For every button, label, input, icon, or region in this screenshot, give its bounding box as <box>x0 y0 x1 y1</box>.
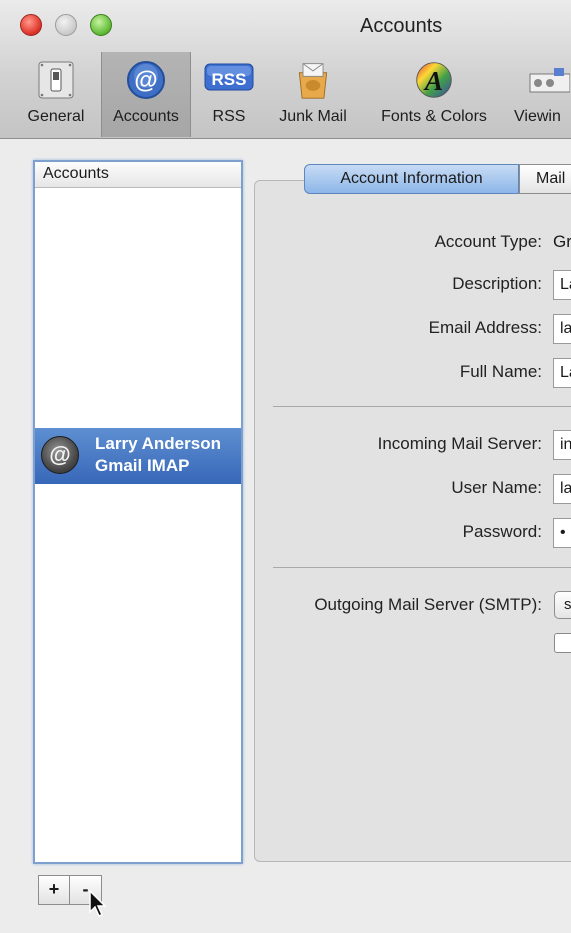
accounts-list[interactable]: Accounts @ Larry Anderson Gmail IMAP <box>33 160 243 864</box>
use-only-this-server-checkbox[interactable] <box>554 633 571 653</box>
toolbar-general[interactable]: General <box>20 56 92 136</box>
incoming-server-field[interactable]: in <box>553 430 571 460</box>
toolbar-viewing[interactable]: Viewin <box>512 56 571 136</box>
tab-mailbox-behaviors[interactable]: Mail <box>519 164 571 194</box>
full-name-field[interactable]: La <box>553 358 571 388</box>
toolbar-general-label: General <box>27 108 85 125</box>
close-button[interactable] <box>20 14 42 36</box>
section-divider-2 <box>273 567 571 568</box>
toolbar-junk-mail[interactable]: Junk Mail <box>268 56 358 136</box>
toolbar-rss-label: RSS <box>212 108 246 125</box>
account-type-label: Account Type: <box>434 232 542 251</box>
full-name-label: Full Name: <box>459 362 542 381</box>
incoming-server-label: Incoming Mail Server: <box>377 434 542 453</box>
user-name-field[interactable]: la <box>553 474 571 504</box>
password-field[interactable]: • <box>553 518 571 548</box>
account-name: Larry Anderson <box>95 434 221 453</box>
outgoing-server-popup[interactable]: s <box>554 591 571 619</box>
toolbar-accounts[interactable]: @ Accounts <box>101 52 191 137</box>
account-type-value: Gr <box>553 232 571 251</box>
add-account-button[interactable]: + <box>38 875 70 905</box>
tab-account-information[interactable]: Account Information <box>304 164 519 194</box>
email-address-field[interactable]: la <box>553 314 571 344</box>
window-title: Accounts <box>360 15 443 37</box>
account-avatar-icon: @ <box>41 436 79 474</box>
fonts-colors-icon: A <box>416 62 452 98</box>
toolbar-accounts-label: Accounts <box>113 108 179 125</box>
svg-text:A: A <box>423 66 443 96</box>
title-bar: Accounts General @ Accounts RSS RSS Junk… <box>0 0 571 139</box>
section-divider <box>273 406 571 407</box>
password-label: Password: <box>462 522 542 541</box>
toolbar-fonts-colors[interactable]: A Fonts & Colors <box>364 56 504 136</box>
toolbar-junk-mail-label: Junk Mail <box>279 108 347 125</box>
user-name-label: User Name: <box>451 478 542 497</box>
junk-mail-icon <box>298 63 328 99</box>
description-label: Description: <box>452 274 542 293</box>
rss-icon: RSS <box>204 63 254 91</box>
mouse-pointer-icon <box>89 890 107 918</box>
zoom-button[interactable] <box>90 14 112 36</box>
at-sign-icon: @ <box>127 61 165 99</box>
toolbar-fonts-colors-label: Fonts & Colors <box>381 108 487 125</box>
outgoing-server-label: Outgoing Mail Server (SMTP): <box>314 595 542 614</box>
svg-text:@: @ <box>134 67 157 94</box>
account-item-larry-anderson[interactable]: @ Larry Anderson Gmail IMAP <box>35 428 241 484</box>
description-field[interactable]: La <box>553 270 571 300</box>
account-type: Gmail IMAP <box>95 456 190 475</box>
toolbar-rss[interactable]: RSS RSS <box>198 56 260 136</box>
viewing-icon <box>529 68 570 93</box>
general-switch-icon <box>38 61 74 99</box>
toolbar-viewing-label: Viewin <box>514 108 561 125</box>
email-address-label: Email Address: <box>428 318 542 337</box>
accounts-list-header: Accounts <box>35 162 241 188</box>
svg-text:RSS: RSS <box>212 70 247 89</box>
minimize-button[interactable] <box>55 14 77 36</box>
account-avatar-glyph: @ <box>49 442 71 467</box>
